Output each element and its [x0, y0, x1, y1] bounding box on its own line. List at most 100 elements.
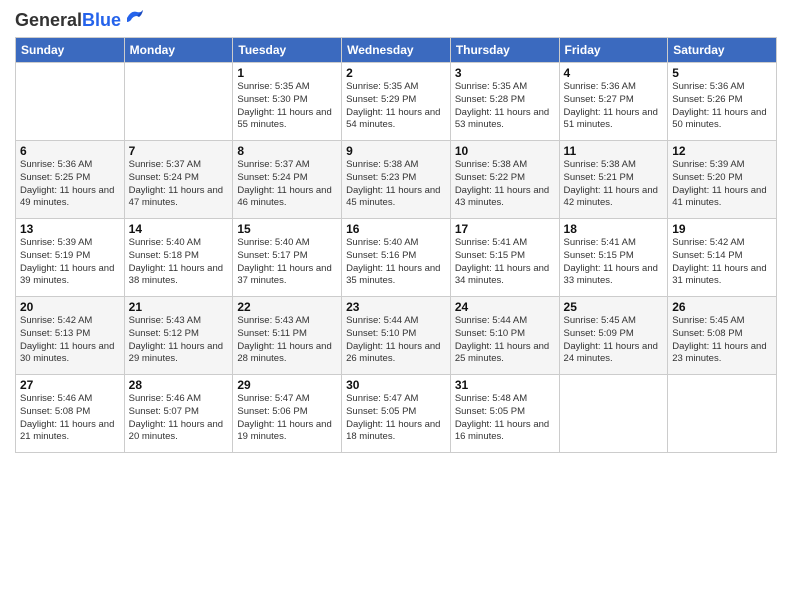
day-info: Sunrise: 5:45 AM Sunset: 5:08 PM Dayligh… [672, 315, 772, 366]
day-number: 13 [20, 222, 120, 236]
main-container: GeneralBlue SundayMondayTuesdayWednesday… [0, 0, 792, 463]
col-header-friday: Friday [559, 38, 668, 63]
day-info: Sunrise: 5:35 AM Sunset: 5:30 PM Dayligh… [237, 81, 337, 132]
day-info: Sunrise: 5:41 AM Sunset: 5:15 PM Dayligh… [564, 237, 664, 288]
day-info: Sunrise: 5:36 AM Sunset: 5:27 PM Dayligh… [564, 81, 664, 132]
day-number: 6 [20, 144, 120, 158]
day-number: 2 [346, 66, 446, 80]
day-cell: 12Sunrise: 5:39 AM Sunset: 5:20 PM Dayli… [668, 141, 777, 219]
day-info: Sunrise: 5:36 AM Sunset: 5:26 PM Dayligh… [672, 81, 772, 132]
day-number: 5 [672, 66, 772, 80]
day-number: 21 [129, 300, 229, 314]
day-number: 27 [20, 378, 120, 392]
day-number: 10 [455, 144, 555, 158]
day-info: Sunrise: 5:38 AM Sunset: 5:23 PM Dayligh… [346, 159, 446, 210]
day-info: Sunrise: 5:36 AM Sunset: 5:25 PM Dayligh… [20, 159, 120, 210]
day-number: 15 [237, 222, 337, 236]
day-cell: 6Sunrise: 5:36 AM Sunset: 5:25 PM Daylig… [16, 141, 125, 219]
day-number: 24 [455, 300, 555, 314]
day-number: 8 [237, 144, 337, 158]
day-info: Sunrise: 5:39 AM Sunset: 5:19 PM Dayligh… [20, 237, 120, 288]
day-info: Sunrise: 5:47 AM Sunset: 5:06 PM Dayligh… [237, 393, 337, 444]
day-info: Sunrise: 5:42 AM Sunset: 5:14 PM Dayligh… [672, 237, 772, 288]
day-cell: 24Sunrise: 5:44 AM Sunset: 5:10 PM Dayli… [450, 297, 559, 375]
day-info: Sunrise: 5:43 AM Sunset: 5:12 PM Dayligh… [129, 315, 229, 366]
day-number: 22 [237, 300, 337, 314]
day-info: Sunrise: 5:46 AM Sunset: 5:07 PM Dayligh… [129, 393, 229, 444]
day-cell [16, 63, 125, 141]
col-header-sunday: Sunday [16, 38, 125, 63]
day-cell: 4Sunrise: 5:36 AM Sunset: 5:27 PM Daylig… [559, 63, 668, 141]
day-cell: 31Sunrise: 5:48 AM Sunset: 5:05 PM Dayli… [450, 375, 559, 453]
day-info: Sunrise: 5:40 AM Sunset: 5:16 PM Dayligh… [346, 237, 446, 288]
day-info: Sunrise: 5:37 AM Sunset: 5:24 PM Dayligh… [129, 159, 229, 210]
day-cell: 28Sunrise: 5:46 AM Sunset: 5:07 PM Dayli… [124, 375, 233, 453]
day-cell: 19Sunrise: 5:42 AM Sunset: 5:14 PM Dayli… [668, 219, 777, 297]
day-number: 11 [564, 144, 664, 158]
logo-general: General [15, 10, 82, 30]
col-header-thursday: Thursday [450, 38, 559, 63]
day-cell: 15Sunrise: 5:40 AM Sunset: 5:17 PM Dayli… [233, 219, 342, 297]
day-cell: 9Sunrise: 5:38 AM Sunset: 5:23 PM Daylig… [342, 141, 451, 219]
day-number: 16 [346, 222, 446, 236]
calendar-table: SundayMondayTuesdayWednesdayThursdayFrid… [15, 37, 777, 453]
day-info: Sunrise: 5:35 AM Sunset: 5:29 PM Dayligh… [346, 81, 446, 132]
day-cell: 22Sunrise: 5:43 AM Sunset: 5:11 PM Dayli… [233, 297, 342, 375]
col-header-saturday: Saturday [668, 38, 777, 63]
col-header-tuesday: Tuesday [233, 38, 342, 63]
day-cell: 18Sunrise: 5:41 AM Sunset: 5:15 PM Dayli… [559, 219, 668, 297]
day-info: Sunrise: 5:48 AM Sunset: 5:05 PM Dayligh… [455, 393, 555, 444]
week-row-1: 1Sunrise: 5:35 AM Sunset: 5:30 PM Daylig… [16, 63, 777, 141]
day-number: 17 [455, 222, 555, 236]
day-cell: 25Sunrise: 5:45 AM Sunset: 5:09 PM Dayli… [559, 297, 668, 375]
header-row: SundayMondayTuesdayWednesdayThursdayFrid… [16, 38, 777, 63]
day-cell: 13Sunrise: 5:39 AM Sunset: 5:19 PM Dayli… [16, 219, 125, 297]
day-info: Sunrise: 5:38 AM Sunset: 5:22 PM Dayligh… [455, 159, 555, 210]
day-cell: 11Sunrise: 5:38 AM Sunset: 5:21 PM Dayli… [559, 141, 668, 219]
day-number: 3 [455, 66, 555, 80]
week-row-5: 27Sunrise: 5:46 AM Sunset: 5:08 PM Dayli… [16, 375, 777, 453]
day-info: Sunrise: 5:41 AM Sunset: 5:15 PM Dayligh… [455, 237, 555, 288]
day-info: Sunrise: 5:39 AM Sunset: 5:20 PM Dayligh… [672, 159, 772, 210]
day-number: 18 [564, 222, 664, 236]
day-cell: 2Sunrise: 5:35 AM Sunset: 5:29 PM Daylig… [342, 63, 451, 141]
day-cell: 17Sunrise: 5:41 AM Sunset: 5:15 PM Dayli… [450, 219, 559, 297]
day-info: Sunrise: 5:45 AM Sunset: 5:09 PM Dayligh… [564, 315, 664, 366]
day-info: Sunrise: 5:47 AM Sunset: 5:05 PM Dayligh… [346, 393, 446, 444]
day-cell: 21Sunrise: 5:43 AM Sunset: 5:12 PM Dayli… [124, 297, 233, 375]
day-number: 19 [672, 222, 772, 236]
week-row-4: 20Sunrise: 5:42 AM Sunset: 5:13 PM Dayli… [16, 297, 777, 375]
week-row-2: 6Sunrise: 5:36 AM Sunset: 5:25 PM Daylig… [16, 141, 777, 219]
logo: GeneralBlue [15, 10, 145, 31]
day-number: 9 [346, 144, 446, 158]
day-info: Sunrise: 5:40 AM Sunset: 5:17 PM Dayligh… [237, 237, 337, 288]
day-number: 25 [564, 300, 664, 314]
day-info: Sunrise: 5:38 AM Sunset: 5:21 PM Dayligh… [564, 159, 664, 210]
col-header-monday: Monday [124, 38, 233, 63]
day-info: Sunrise: 5:46 AM Sunset: 5:08 PM Dayligh… [20, 393, 120, 444]
day-info: Sunrise: 5:40 AM Sunset: 5:18 PM Dayligh… [129, 237, 229, 288]
day-cell [559, 375, 668, 453]
logo-bird-icon [123, 8, 145, 26]
day-number: 26 [672, 300, 772, 314]
day-info: Sunrise: 5:43 AM Sunset: 5:11 PM Dayligh… [237, 315, 337, 366]
day-number: 1 [237, 66, 337, 80]
day-number: 30 [346, 378, 446, 392]
day-number: 31 [455, 378, 555, 392]
day-number: 7 [129, 144, 229, 158]
day-number: 29 [237, 378, 337, 392]
day-info: Sunrise: 5:44 AM Sunset: 5:10 PM Dayligh… [455, 315, 555, 366]
day-number: 23 [346, 300, 446, 314]
day-cell: 26Sunrise: 5:45 AM Sunset: 5:08 PM Dayli… [668, 297, 777, 375]
day-cell: 3Sunrise: 5:35 AM Sunset: 5:28 PM Daylig… [450, 63, 559, 141]
day-cell: 23Sunrise: 5:44 AM Sunset: 5:10 PM Dayli… [342, 297, 451, 375]
day-cell: 8Sunrise: 5:37 AM Sunset: 5:24 PM Daylig… [233, 141, 342, 219]
header: GeneralBlue [15, 10, 777, 31]
day-number: 14 [129, 222, 229, 236]
day-number: 12 [672, 144, 772, 158]
day-info: Sunrise: 5:37 AM Sunset: 5:24 PM Dayligh… [237, 159, 337, 210]
day-cell: 10Sunrise: 5:38 AM Sunset: 5:22 PM Dayli… [450, 141, 559, 219]
day-cell: 29Sunrise: 5:47 AM Sunset: 5:06 PM Dayli… [233, 375, 342, 453]
day-cell: 20Sunrise: 5:42 AM Sunset: 5:13 PM Dayli… [16, 297, 125, 375]
day-info: Sunrise: 5:42 AM Sunset: 5:13 PM Dayligh… [20, 315, 120, 366]
